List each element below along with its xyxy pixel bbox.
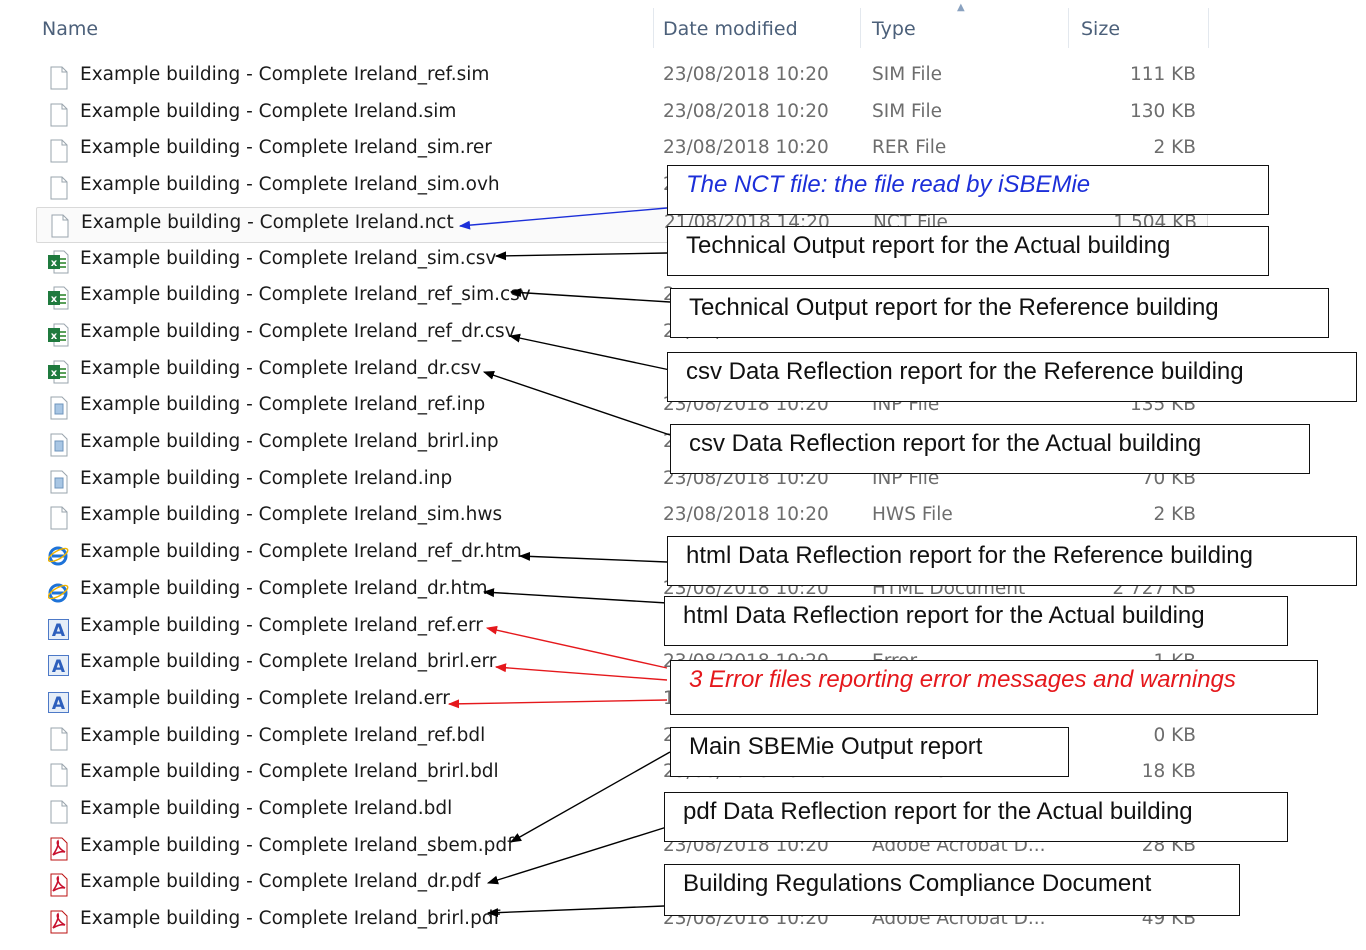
arrow-nct	[458, 207, 668, 230]
callout-html-dr-reference: html Data Reflection report for the Refe…	[667, 536, 1357, 586]
callout-nct-file: The NCT file: the file read by iSBEMie	[667, 165, 1269, 215]
callout-html-dr-actual: html Data Reflection report for the Actu…	[664, 596, 1288, 646]
arrow-ref-sim-csv	[509, 288, 671, 303]
callout-error-files: 3 Error files reporting error messages a…	[670, 660, 1318, 715]
callout-csv-dr-reference: csv Data Reflection report for the Refer…	[667, 352, 1357, 402]
arrow-ref-err	[485, 625, 668, 669]
arrow-brirl-err	[494, 663, 668, 681]
callout-building-regulations: Building Regulations Compliance Document	[664, 864, 1240, 916]
callout-main-sbemie-output: Main SBEMie Output report	[670, 727, 1069, 777]
arrow-sbem-pdf	[510, 751, 671, 843]
callout-pdf-dr-actual: pdf Data Reflection report for the Actua…	[664, 792, 1288, 842]
callout-technical-output-actual: Technical Output report for the Actual b…	[667, 226, 1269, 276]
arrow-brirl-pdf	[486, 905, 665, 918]
arrow-dr-pdf	[486, 825, 671, 885]
arrow-ref-dr-htm	[518, 551, 668, 563]
arrow-dr-htm	[482, 588, 668, 604]
arrow-err	[447, 699, 668, 709]
arrow-sim-csv	[494, 251, 668, 261]
arrow-dr-csv	[482, 370, 671, 436]
callout-csv-dr-actual: csv Data Reflection report for the Actua…	[670, 424, 1310, 474]
arrow-ref-dr-csv	[508, 333, 671, 371]
callout-technical-output-reference: Technical Output report for the Referenc…	[670, 288, 1329, 338]
